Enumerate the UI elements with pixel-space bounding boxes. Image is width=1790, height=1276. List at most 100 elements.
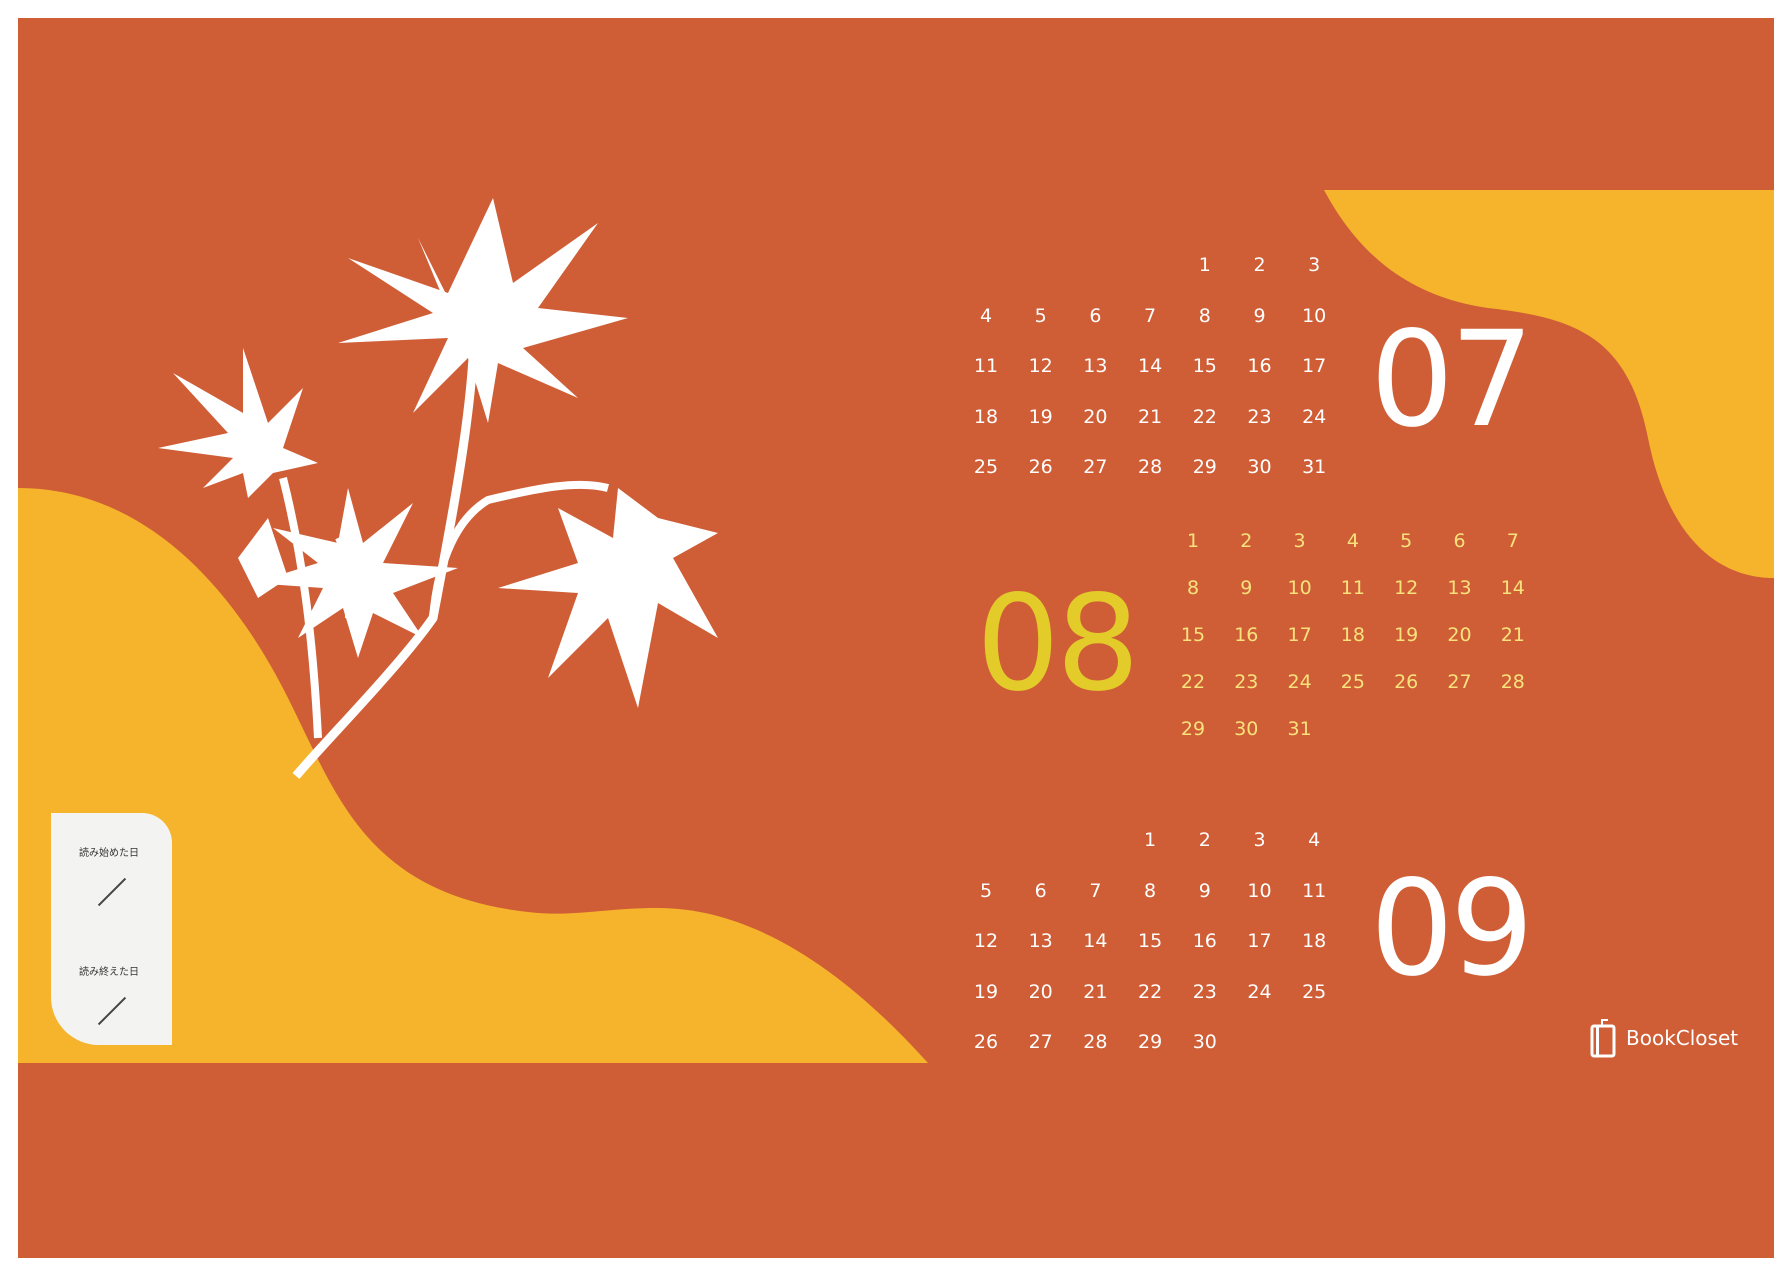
month-number-september: 09 xyxy=(1370,852,1534,1006)
month-number-july: 07 xyxy=(1370,303,1534,457)
start-date-label: 読み始めた日 xyxy=(79,848,139,859)
day-cell: 30 xyxy=(1192,1031,1217,1053)
day-cell: 15 xyxy=(1138,930,1163,952)
day-cell: 7 xyxy=(1506,530,1519,552)
day-cell: 26 xyxy=(973,1031,999,1053)
day-cell: 11 xyxy=(1340,577,1365,599)
day-cell: 4 xyxy=(979,304,993,327)
day-cell: 8 xyxy=(1186,577,1200,599)
day-cell: 23 xyxy=(1247,405,1272,428)
day-cell: 2 xyxy=(1198,829,1211,851)
day-cell: 24 xyxy=(1247,980,1272,1003)
day-cell: 17 xyxy=(1302,355,1327,377)
day-cell: 5 xyxy=(1400,530,1413,552)
day-cell: 29 xyxy=(1180,718,1206,740)
day-cell: 2 xyxy=(1253,254,1266,276)
day-cell: 10 xyxy=(1302,304,1327,327)
day-cell: 10 xyxy=(1287,577,1312,599)
day-cell: 29 xyxy=(1138,1031,1163,1053)
day-cell: 24 xyxy=(1302,405,1327,428)
day-cell: 23 xyxy=(1234,671,1259,693)
day-cell: 9 xyxy=(1240,577,1253,599)
end-date-label: 読み終えた日 xyxy=(79,967,139,978)
day-cell: 16 xyxy=(1192,930,1217,952)
day-cell: 4 xyxy=(1346,530,1359,552)
day-cell: 5 xyxy=(979,879,993,902)
day-cell: 1 xyxy=(1198,254,1211,276)
day-cell: 3 xyxy=(1308,254,1321,276)
day-cell: 6 xyxy=(1089,304,1102,327)
day-cell: 21 xyxy=(1083,980,1108,1003)
day-cell: 9 xyxy=(1253,304,1266,327)
day-cell: 12 xyxy=(1394,577,1419,599)
day-cell: 26 xyxy=(1394,671,1419,693)
day-cell: 25 xyxy=(1340,671,1365,693)
day-cell: 7 xyxy=(1089,879,1102,902)
day-cell: 6 xyxy=(1453,530,1466,552)
day-cell: 1 xyxy=(1144,829,1157,851)
day-cell: 17 xyxy=(1247,930,1272,952)
day-cell: 31 xyxy=(1302,456,1327,478)
day-cell: 26 xyxy=(1028,456,1053,478)
day-cell: 29 xyxy=(1192,456,1217,478)
day-cell: 30 xyxy=(1247,456,1272,478)
day-cell: 9 xyxy=(1198,879,1211,902)
day-cell: 28 xyxy=(1138,456,1163,478)
day-cell: 30 xyxy=(1234,718,1259,740)
day-cell: 7 xyxy=(1144,304,1157,327)
day-cell: 17 xyxy=(1287,624,1312,646)
day-cell: 20 xyxy=(1028,980,1053,1003)
day-cell: 22 xyxy=(1180,671,1206,693)
day-cell: 11 xyxy=(973,355,999,377)
month-number-august: 08 xyxy=(976,567,1140,721)
day-cell: 18 xyxy=(973,405,999,428)
day-cell: 18 xyxy=(1302,930,1327,952)
day-cell: 14 xyxy=(1083,930,1108,952)
day-cell: 4 xyxy=(1308,829,1321,851)
day-cell: 12 xyxy=(973,930,999,952)
day-cell: 8 xyxy=(1144,879,1157,902)
day-cell: 24 xyxy=(1287,671,1312,693)
day-cell: 28 xyxy=(1500,671,1525,693)
day-cell: 5 xyxy=(1034,304,1047,327)
day-cell: 31 xyxy=(1287,718,1312,740)
book-icon xyxy=(1590,1019,1616,1058)
day-cell: 25 xyxy=(973,456,999,478)
day-cell: 22 xyxy=(1192,405,1217,428)
day-cell: 14 xyxy=(1500,577,1525,599)
day-cell: 11 xyxy=(1302,879,1327,902)
day-cell: 8 xyxy=(1198,304,1211,327)
day-cell: 1 xyxy=(1186,530,1200,552)
day-cell: 22 xyxy=(1138,980,1163,1003)
end-date-slash xyxy=(97,996,127,1026)
day-cell: 23 xyxy=(1192,980,1217,1003)
day-cell: 19 xyxy=(1028,405,1053,428)
day-cell: 3 xyxy=(1293,530,1306,552)
day-cell: 10 xyxy=(1247,879,1272,902)
day-cell: 18 xyxy=(1340,624,1365,646)
day-cell: 16 xyxy=(1234,624,1259,646)
day-cell: 2 xyxy=(1240,530,1253,552)
day-cell: 27 xyxy=(1028,1031,1053,1053)
day-cell: 27 xyxy=(1447,671,1472,693)
day-cell: 13 xyxy=(1447,577,1472,599)
day-cell: 19 xyxy=(973,980,999,1003)
start-date-slash xyxy=(97,877,127,907)
day-cell: 19 xyxy=(1394,624,1419,646)
day-cell: 28 xyxy=(1083,1031,1108,1053)
day-cell: 15 xyxy=(1192,355,1217,377)
day-cell: 25 xyxy=(1302,980,1327,1003)
day-cell: 13 xyxy=(1028,930,1053,952)
day-cell: 3 xyxy=(1253,829,1266,851)
day-cell: 20 xyxy=(1083,405,1108,428)
day-cell: 14 xyxy=(1138,355,1163,377)
day-cell: 12 xyxy=(1028,355,1053,377)
day-cell: 6 xyxy=(1034,879,1047,902)
day-cell: 13 xyxy=(1083,355,1108,377)
day-cell: 15 xyxy=(1180,624,1206,646)
day-cell: 27 xyxy=(1083,456,1108,478)
reading-memo-card: 読み始めた日 読み終えた日 xyxy=(51,813,172,1045)
day-cell: 21 xyxy=(1500,624,1525,646)
calendar-page: 1 2 3 4 5 6 7 8 9 10 11 12 13 14 15 16 17 18 19 20 21 22 23 24 2… xyxy=(18,18,1774,1258)
day-cell: 16 xyxy=(1247,355,1272,377)
